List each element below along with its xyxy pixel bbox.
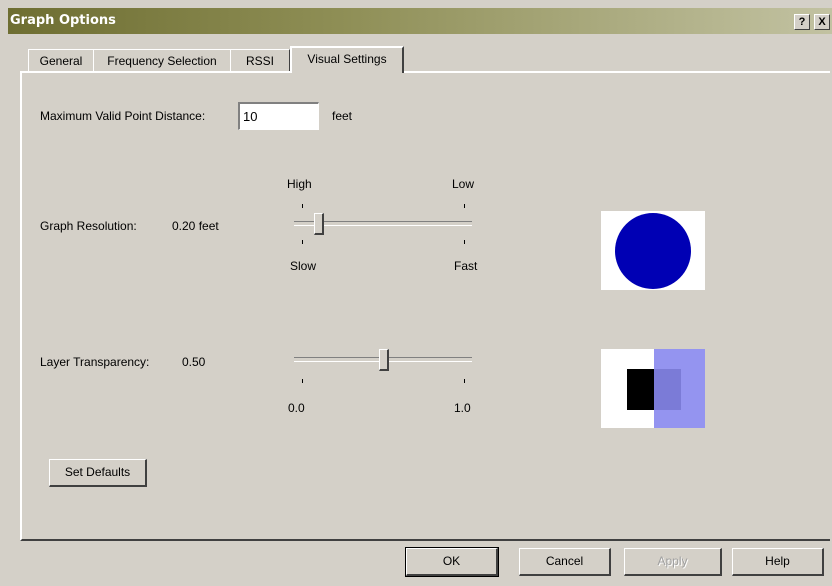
transparency-preview-graphic	[627, 349, 705, 428]
resolution-slider-thumb[interactable]	[314, 213, 325, 235]
help-title-button[interactable]: ?	[794, 14, 810, 30]
tab-rssi[interactable]: RSSI	[230, 49, 290, 72]
set-defaults-button[interactable]: Set Defaults	[49, 459, 147, 487]
resolution-top-tick-right	[464, 204, 465, 208]
ok-button[interactable]: OK	[405, 547, 499, 577]
transparency-tick-left	[302, 379, 303, 383]
transparency-tick-right	[464, 379, 465, 383]
transparency-preview	[601, 349, 705, 428]
help-button[interactable]: Help	[732, 548, 824, 576]
resolution-bottom-tick-left	[302, 240, 303, 244]
transparency-min-label: 0.0	[288, 401, 305, 415]
tab-frequency-selection[interactable]: Frequency Selection	[93, 49, 231, 72]
resolution-high-label: High	[287, 177, 312, 191]
tab-general[interactable]: General	[28, 49, 94, 72]
graph-options-dialog: Graph Options ? X General Frequency Sele…	[0, 0, 832, 586]
resolution-bottom-tick-right	[464, 240, 465, 244]
layer-transparency-label: Layer Transparency:	[40, 355, 150, 369]
max-distance-input[interactable]	[238, 102, 319, 130]
resolution-preview-graphic	[615, 213, 691, 289]
resolution-slow-label: Slow	[290, 259, 317, 273]
window-title: Graph Options	[10, 13, 116, 28]
tab-visual-settings[interactable]: Visual Settings	[290, 46, 404, 73]
close-title-button[interactable]: X	[814, 14, 830, 30]
max-distance-unit: feet	[332, 109, 353, 123]
max-distance-label: Maximum Valid Point Distance:	[40, 109, 206, 123]
resolution-fast-label: Fast	[454, 259, 478, 273]
resolution-top-tick-left	[302, 204, 303, 208]
graph-resolution-value: 0.20 feet	[172, 219, 219, 233]
resolution-low-label: Low	[452, 177, 475, 191]
apply-button[interactable]: Apply	[624, 548, 722, 576]
layer-transparency-value: 0.50	[182, 355, 206, 369]
transparency-slider-thumb[interactable]	[379, 349, 389, 371]
transparency-max-label: 1.0	[454, 401, 471, 415]
title-bar: Graph Options ? X	[8, 8, 832, 34]
transparency-overlay-square	[654, 349, 705, 428]
graph-resolution-label: Graph Resolution:	[40, 219, 137, 233]
resolution-preview-circle	[615, 213, 691, 289]
visual-settings-panel: Maximum Valid Point Distance: feet Graph…	[20, 71, 830, 541]
resolution-preview	[601, 211, 705, 290]
cancel-button[interactable]: Cancel	[519, 548, 611, 576]
